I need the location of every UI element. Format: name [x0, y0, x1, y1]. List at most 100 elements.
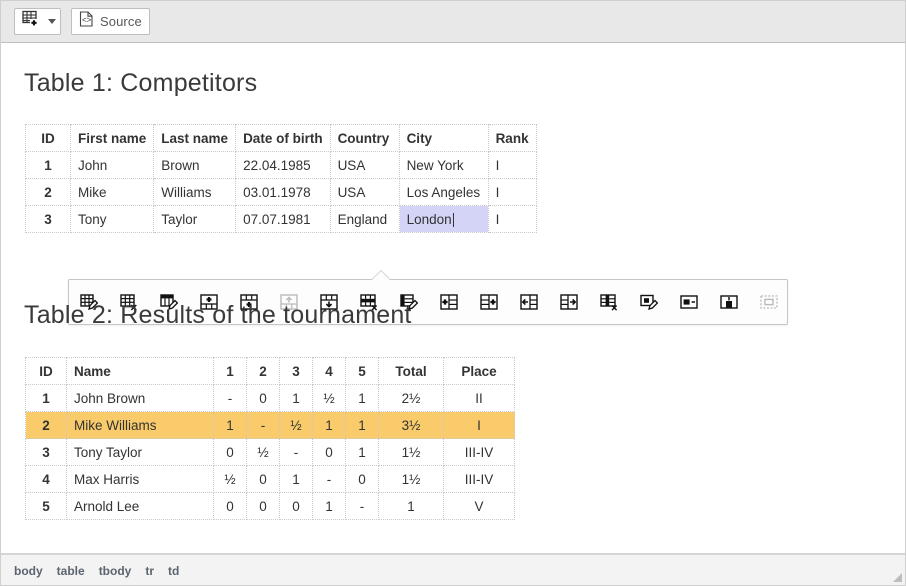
cell-round-1[interactable]: - [214, 385, 247, 412]
cell-properties-icon[interactable] [629, 284, 669, 320]
cell-round-2[interactable]: 0 [247, 493, 280, 520]
column-header-round-3[interactable]: 3 [280, 358, 313, 385]
cell-round-3[interactable]: 1 [280, 466, 313, 493]
cell-country[interactable]: USA [330, 179, 399, 206]
cell-round-4[interactable]: - [313, 466, 346, 493]
cell-city[interactable]: Los Angeles [399, 179, 488, 206]
cell-rank[interactable]: I [488, 206, 536, 233]
cell-last-name[interactable]: Williams [154, 179, 236, 206]
cell-place[interactable]: III-IV [444, 466, 515, 493]
cell-city[interactable]: New York [399, 152, 488, 179]
cell-name[interactable]: John Brown [67, 385, 214, 412]
column-header-first-name[interactable]: First name [71, 125, 154, 152]
table-row[interactable]: 2 Mike Williams 03.01.1978 USA Los Angel… [26, 179, 537, 206]
table-row-highlighted[interactable]: 2 Mike Williams 1 - ½ 1 1 3½ I [26, 412, 515, 439]
path-item-td[interactable]: td [168, 564, 179, 578]
cell-round-5[interactable]: 1 [346, 385, 379, 412]
table-row[interactable]: 3 Tony Taylor 0 ½ - 0 1 1½ III-IV [26, 439, 515, 466]
cell-round-2[interactable]: ½ [247, 439, 280, 466]
cell-round-3[interactable]: - [280, 439, 313, 466]
cell-id[interactable]: 3 [26, 206, 71, 233]
merge-column-left-icon[interactable] [509, 284, 549, 320]
column-header-city[interactable]: City [399, 125, 488, 152]
column-header-id[interactable]: ID [26, 125, 71, 152]
chevron-down-icon[interactable] [48, 19, 56, 24]
cell-rank[interactable]: I [488, 152, 536, 179]
table-row[interactable]: 3 Tony Taylor 07.07.1981 England London … [26, 206, 537, 233]
table-row[interactable]: 4 Max Harris ½ 0 1 - 0 1½ III-IV [26, 466, 515, 493]
cell-round-1[interactable]: 0 [214, 493, 247, 520]
cell-round-1[interactable]: ½ [214, 466, 247, 493]
column-header-date-of-birth[interactable]: Date of birth [236, 125, 331, 152]
path-item-table[interactable]: table [57, 564, 85, 578]
cell-round-2[interactable]: 0 [247, 385, 280, 412]
path-item-tr[interactable]: tr [145, 564, 154, 578]
table-row[interactable]: 1 John Brown 22.04.1985 USA New York I [26, 152, 537, 179]
cell-date-of-birth[interactable]: 22.04.1985 [236, 152, 331, 179]
cell-round-3[interactable]: 0 [280, 493, 313, 520]
cell-id[interactable]: 5 [26, 493, 67, 520]
column-header-id[interactable]: ID [26, 358, 67, 385]
cell-round-1[interactable]: 0 [214, 439, 247, 466]
cell-id[interactable]: 4 [26, 466, 67, 493]
cell-place[interactable]: I [444, 412, 515, 439]
competitors-table[interactable]: ID First name Last name Date of birth Co… [25, 124, 537, 233]
column-header-place[interactable]: Place [444, 358, 515, 385]
cell-id[interactable]: 2 [26, 179, 71, 206]
table-row[interactable]: 1 John Brown - 0 1 ½ 1 2½ II [26, 385, 515, 412]
cell-name[interactable]: Tony Taylor [67, 439, 214, 466]
cell-round-4[interactable]: 1 [313, 493, 346, 520]
cell-round-2[interactable]: 0 [247, 466, 280, 493]
table-row[interactable]: 5 Arnold Lee 0 0 0 1 - 1 V [26, 493, 515, 520]
document-area[interactable]: Table 1: Competitors ID First name Last … [0, 43, 906, 554]
cell-id[interactable]: 3 [26, 439, 67, 466]
results-table[interactable]: ID Name 1 2 3 4 5 Total Place 1 John Bro… [25, 357, 515, 520]
cell-round-1[interactable]: 1 [214, 412, 247, 439]
cell-place[interactable]: II [444, 385, 515, 412]
column-header-round-2[interactable]: 2 [247, 358, 280, 385]
cell-first-name[interactable]: Tony [71, 206, 154, 233]
column-header-round-5[interactable]: 5 [346, 358, 379, 385]
source-button[interactable]: <> Source [71, 8, 150, 35]
cell-name[interactable]: Max Harris [67, 466, 214, 493]
split-cell-vertically-icon[interactable] [709, 284, 749, 320]
insert-column-before-icon[interactable] [429, 284, 469, 320]
column-header-last-name[interactable]: Last name [154, 125, 236, 152]
delete-column-icon[interactable] [589, 284, 629, 320]
cell-round-4[interactable]: ½ [313, 385, 346, 412]
cell-rank[interactable]: I [488, 179, 536, 206]
cell-first-name[interactable]: John [71, 152, 154, 179]
cell-total[interactable]: 1 [379, 493, 444, 520]
cell-round-5[interactable]: 1 [346, 412, 379, 439]
cell-first-name[interactable]: Mike [71, 179, 154, 206]
path-item-tbody[interactable]: tbody [99, 564, 132, 578]
cell-place[interactable]: III-IV [444, 439, 515, 466]
cell-name[interactable]: Mike Williams [67, 412, 214, 439]
column-header-rank[interactable]: Rank [488, 125, 536, 152]
cell-date-of-birth[interactable]: 07.07.1981 [236, 206, 331, 233]
cell-last-name[interactable]: Brown [154, 152, 236, 179]
insert-table-button[interactable] [14, 8, 61, 35]
cell-country[interactable]: USA [330, 152, 399, 179]
cell-place[interactable]: V [444, 493, 515, 520]
cell-round-4[interactable]: 1 [313, 412, 346, 439]
column-header-country[interactable]: Country [330, 125, 399, 152]
cell-id[interactable]: 1 [26, 152, 71, 179]
cell-date-of-birth[interactable]: 03.01.1978 [236, 179, 331, 206]
cell-total[interactable]: 1½ [379, 466, 444, 493]
merge-column-right-icon[interactable] [549, 284, 589, 320]
cell-round-4[interactable]: 0 [313, 439, 346, 466]
column-header-total[interactable]: Total [379, 358, 444, 385]
split-cell-horizontally-icon[interactable] [669, 284, 709, 320]
cell-total[interactable]: 2½ [379, 385, 444, 412]
cell-id[interactable]: 1 [26, 385, 67, 412]
cell-round-5[interactable]: 1 [346, 439, 379, 466]
cell-last-name[interactable]: Taylor [154, 206, 236, 233]
cell-country[interactable]: England [330, 206, 399, 233]
column-header-round-1[interactable]: 1 [214, 358, 247, 385]
cell-round-3[interactable]: 1 [280, 385, 313, 412]
cell-id[interactable]: 2 [26, 412, 67, 439]
cell-total[interactable]: 3½ [379, 412, 444, 439]
cell-name[interactable]: Arnold Lee [67, 493, 214, 520]
cell-total[interactable]: 1½ [379, 439, 444, 466]
